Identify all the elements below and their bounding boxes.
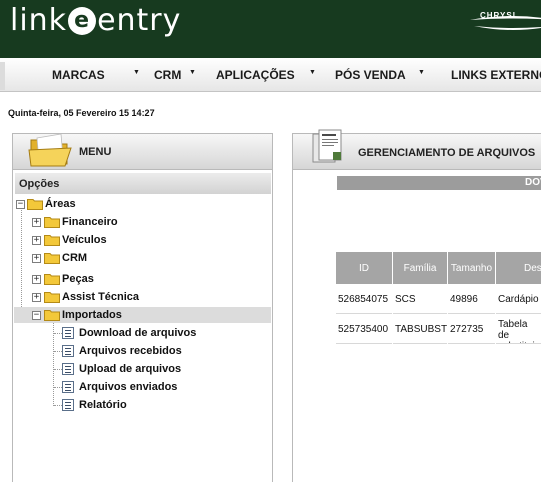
expand-icon[interactable]: + — [32, 218, 41, 227]
expand-icon[interactable]: + — [32, 275, 41, 284]
expand-icon[interactable]: + — [32, 236, 41, 245]
table-cell-id: 526854075 — [336, 286, 392, 314]
tree-connector — [54, 387, 62, 388]
table-cell-descricao: Cardápio — [496, 286, 541, 314]
column-header-tamanho[interactable]: Tamanho — [448, 252, 495, 284]
column-header-familia[interactable]: Família — [393, 252, 447, 284]
menu-title: MENU — [79, 146, 112, 158]
nav-item-marcas[interactable]: MARCAS — [52, 68, 105, 82]
table-cell-familia: TABSUBST — [393, 316, 447, 344]
folder-icon — [44, 235, 60, 246]
folder-open-icon — [27, 199, 43, 210]
chevron-down-icon[interactable]: ▼ — [309, 69, 316, 76]
tree-item-arquivos-recebidos[interactable]: Arquivos recebidos — [79, 345, 182, 357]
top-header: link e entry CHRYSL — [0, 0, 541, 58]
tree-item-assist-tecnica[interactable]: Assist Técnica — [62, 291, 139, 303]
collapse-icon[interactable]: − — [16, 200, 25, 209]
nav-item-links-externos[interactable]: LINKS EXTERNO — [451, 68, 541, 82]
logo-text-right: entry — [97, 2, 182, 38]
tree-item-areas[interactable]: Áreas — [45, 198, 76, 210]
nav-bar-edge — [0, 62, 5, 90]
expand-icon[interactable]: + — [32, 293, 41, 302]
menu-panel: MENU Opções − Áreas + Financeiro + Veícu… — [12, 133, 273, 482]
document-list-icon — [62, 345, 74, 357]
options-label: Opções — [19, 178, 60, 190]
table-cell-id: 525735400 — [336, 316, 392, 344]
column-header-id[interactable]: ID — [336, 252, 392, 284]
brand-text: CHRYSL — [480, 11, 519, 20]
expand-icon[interactable]: + — [32, 254, 41, 263]
chrysler-logo: CHRYSL — [468, 8, 541, 34]
tree-item-arquivos-enviados[interactable]: Arquivos enviados — [79, 381, 177, 393]
chevron-down-icon[interactable]: ▼ — [133, 69, 140, 76]
current-datetime: Quinta-feira, 05 Fevereiro 15 14:27 — [8, 108, 155, 118]
nav-item-crm[interactable]: CRM — [154, 68, 181, 82]
menu-header: MENU — [13, 133, 272, 170]
tree-item-upload-arquivos[interactable]: Upload de arquivos — [79, 363, 181, 375]
documents-icon — [312, 129, 342, 163]
logo-e-ball: e — [68, 7, 97, 35]
file-management-header: GERENCIAMENTO DE ARQUIVOS — [293, 129, 541, 170]
table-cell-familia: SCS — [393, 286, 447, 314]
tree-item-pecas[interactable]: Peças — [62, 273, 94, 285]
tree-item-relatorio[interactable]: Relatório — [79, 399, 127, 411]
folder-open-icon — [44, 310, 60, 321]
tree-item-crm[interactable]: CRM — [62, 252, 87, 264]
tree-connector — [54, 369, 62, 370]
options-bar: Opções — [15, 173, 271, 194]
nav-item-aplicacoes[interactable]: APLICAÇÕES — [216, 68, 295, 82]
document-list-icon — [62, 399, 74, 411]
folder-icon — [44, 292, 60, 303]
table-cell-tamanho: 272735 — [448, 316, 495, 344]
tree-item-download-arquivos[interactable]: Download de arquivos — [79, 327, 196, 339]
file-management-title: GERENCIAMENTO DE ARQUIVOS — [358, 147, 536, 159]
logo-text-left: link — [10, 2, 68, 38]
tree-item-veiculos[interactable]: Veículos — [62, 234, 107, 246]
chevron-down-icon[interactable]: ▼ — [418, 69, 425, 76]
tree-item-financeiro[interactable]: Financeiro — [62, 216, 118, 228]
document-list-icon — [62, 381, 74, 393]
tree-connector — [21, 208, 22, 317]
table-cell-descricao: Tabela de substituiç — [496, 316, 541, 344]
link-entry-logo[interactable]: link e entry — [10, 0, 181, 40]
folder-icon — [44, 274, 60, 285]
folder-icon — [44, 253, 60, 264]
tree-connector — [54, 405, 62, 406]
tree-connector — [54, 351, 62, 352]
chevron-down-icon[interactable]: ▼ — [189, 69, 196, 76]
collapse-icon[interactable]: − — [32, 311, 41, 320]
nav-item-pos-venda[interactable]: PÓS VENDA — [335, 68, 406, 82]
document-list-icon — [62, 327, 74, 339]
download-section-bar: DOV — [337, 176, 541, 190]
open-folder-icon — [28, 133, 72, 167]
table-cell-tamanho: 49896 — [448, 286, 495, 314]
folder-icon — [44, 217, 60, 228]
tree-connector — [53, 322, 54, 406]
tree-connector — [54, 333, 62, 334]
download-section-label: DOV — [525, 177, 541, 188]
tree-item-importados[interactable]: Importados — [62, 309, 122, 321]
column-header-descricao[interactable]: Des — [496, 252, 541, 284]
document-list-icon — [62, 363, 74, 375]
